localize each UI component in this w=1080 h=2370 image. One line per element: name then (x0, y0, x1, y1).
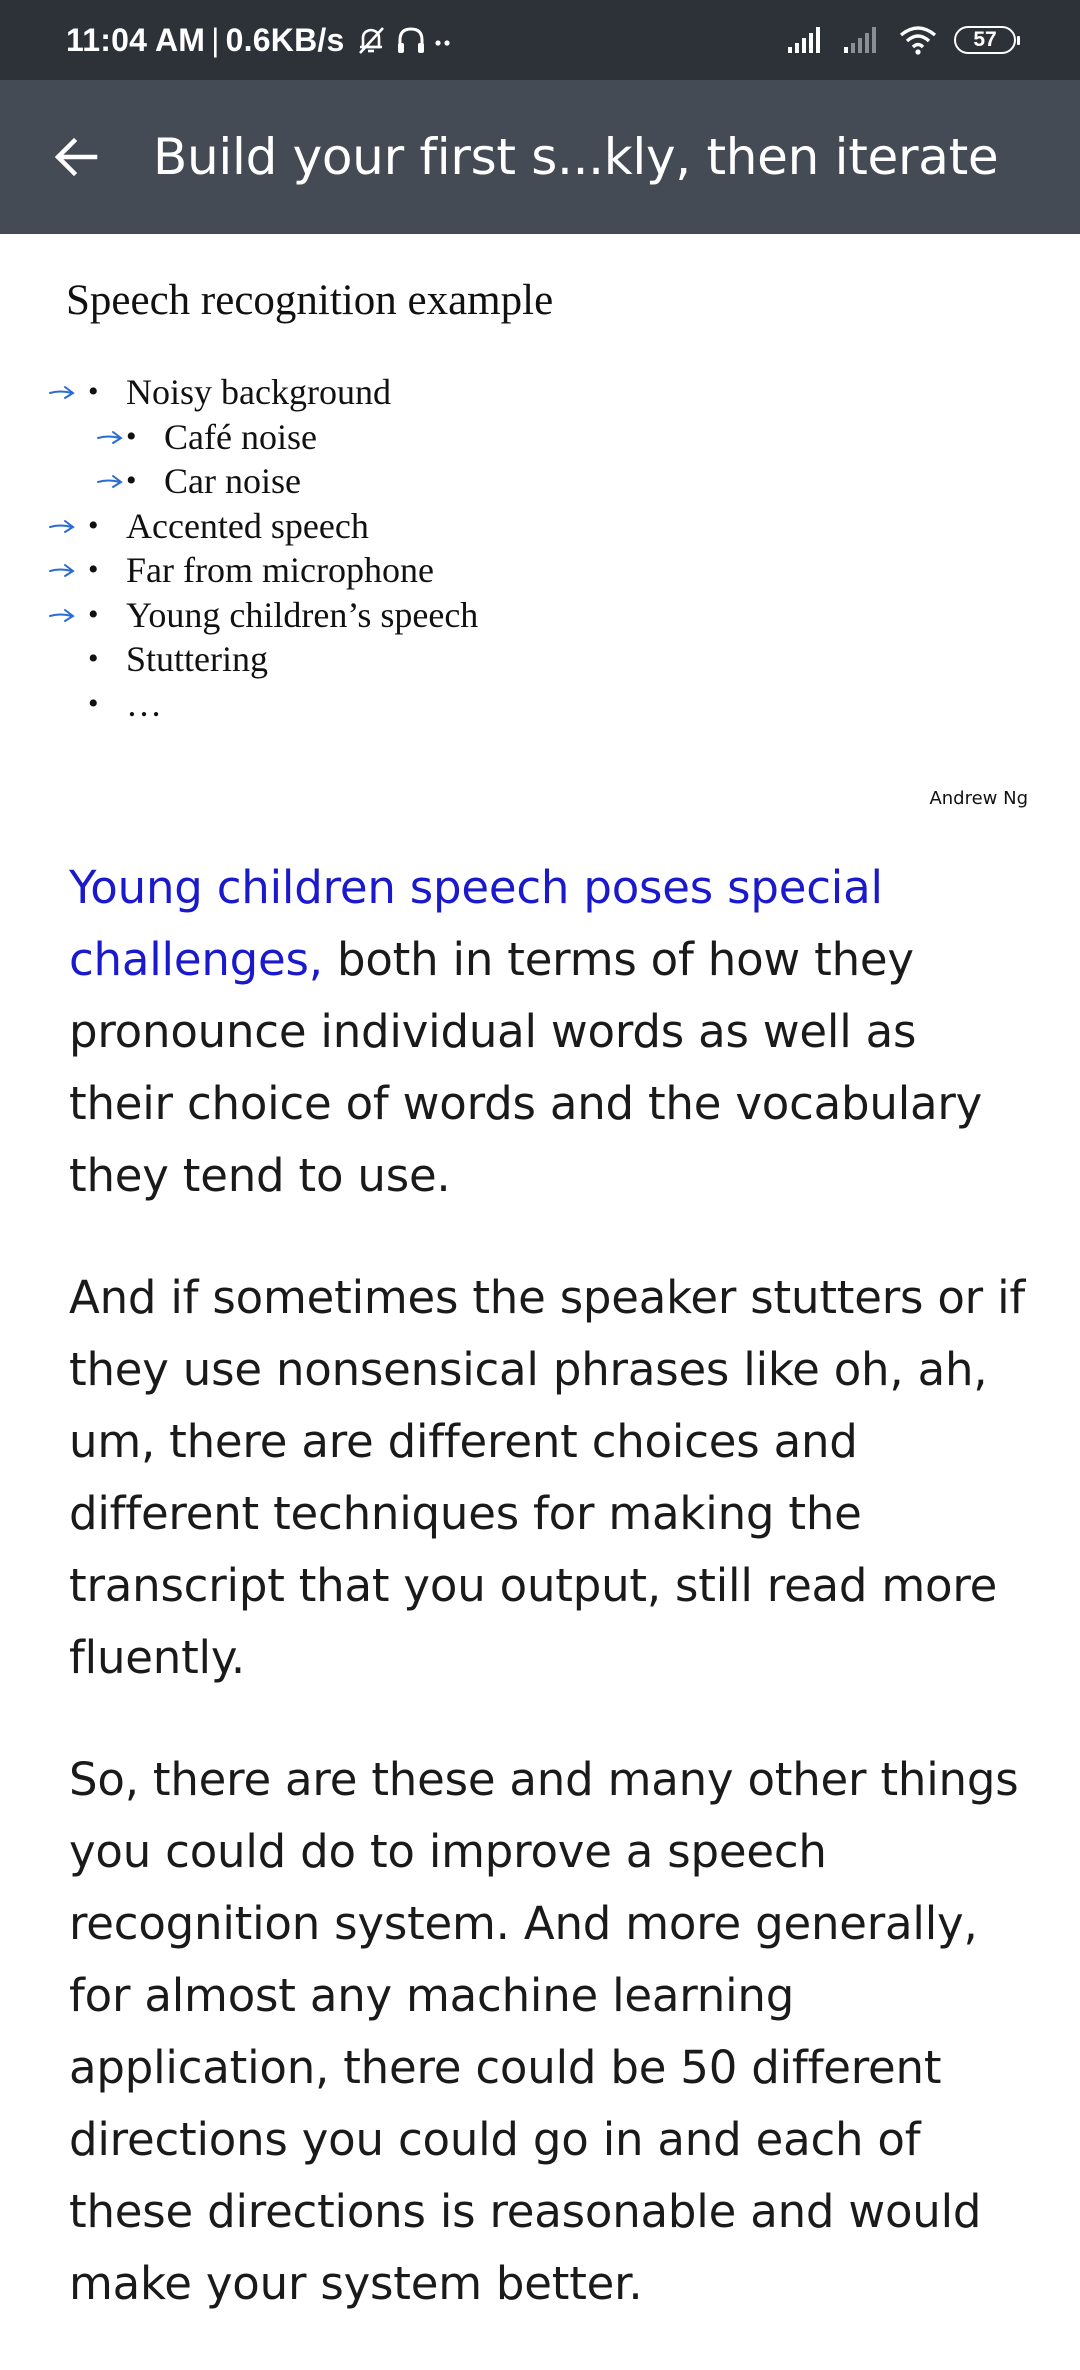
status-left: 11:04 AM | 0.6KB/s (66, 22, 452, 59)
annotation-arrow-icon (97, 430, 123, 444)
status-notification-icons (354, 23, 452, 57)
slide-title: Speech recognition example (66, 277, 554, 324)
bullet-label: Car noise (164, 461, 301, 502)
signal-weak-icon (844, 27, 876, 53)
transcript-paragraph: Young children speech poses special chal… (69, 852, 1029, 1212)
annotation-arrow-icon (49, 519, 75, 533)
app-bar: Build your first s...kly, then iterate (0, 80, 1080, 234)
transcript-text[interactable]: And if sometimes the speaker stutters or… (69, 1271, 1025, 1684)
annotation-arrow-icon (97, 475, 123, 488)
annotation-arrow-icon (49, 564, 75, 577)
headset-icon (398, 27, 425, 53)
status-separator: | (211, 21, 220, 58)
bullet-label: Accented speech (126, 505, 369, 546)
status-right: 57 (786, 25, 1020, 55)
bullet-dot: • (88, 642, 99, 676)
transcript-paragraph: And if sometimes the speaker stutters or… (69, 1262, 1029, 1694)
bullet-dot: • (126, 464, 137, 498)
bullet-label: Far from microphone (126, 550, 434, 591)
annotation-arrow-icon (49, 608, 75, 622)
more-dots-icon (435, 40, 451, 46)
bullet-dot: • (88, 597, 99, 631)
transcript-text[interactable]: So, there are these and many other thing… (69, 1753, 1019, 2310)
bullet-dot: • (88, 686, 99, 720)
bullet-label: Young children’s speech (126, 594, 479, 635)
bullet-label: Stuttering (126, 639, 268, 680)
page-title: Build your first s...kly, then iterate (153, 128, 999, 186)
wifi-icon (899, 26, 937, 55)
mute-icon (359, 27, 385, 54)
bullet-dot: • (126, 419, 137, 453)
bullet-label: … (126, 683, 162, 724)
bullet-label: Café noise (164, 416, 317, 457)
annotation-arrow-icon (49, 386, 75, 399)
bullet-dot: • (88, 375, 99, 409)
bullet-dot: • (88, 508, 99, 542)
transcript: Young children speech poses special chal… (69, 852, 1029, 2370)
signal-icon (788, 27, 820, 53)
bullet-label: Noisy background (126, 372, 391, 413)
arrow-left-icon (54, 137, 98, 177)
transcript-paragraph: So, there are these and many other thing… (69, 1744, 1029, 2320)
back-button[interactable] (45, 126, 107, 188)
bullet-dot: • (88, 553, 99, 587)
status-time: 11:04 AM (66, 21, 206, 58)
status-bar: 11:04 AM | 0.6KB/s 57 (0, 0, 1080, 80)
slide-credit: Andrew Ng (929, 788, 1028, 809)
network-speed: 0.6KB/s (225, 21, 345, 58)
lecture-slide: Speech recognition example • Noisy backgr… (0, 234, 1080, 824)
battery-indicator: 57 (954, 26, 1020, 54)
